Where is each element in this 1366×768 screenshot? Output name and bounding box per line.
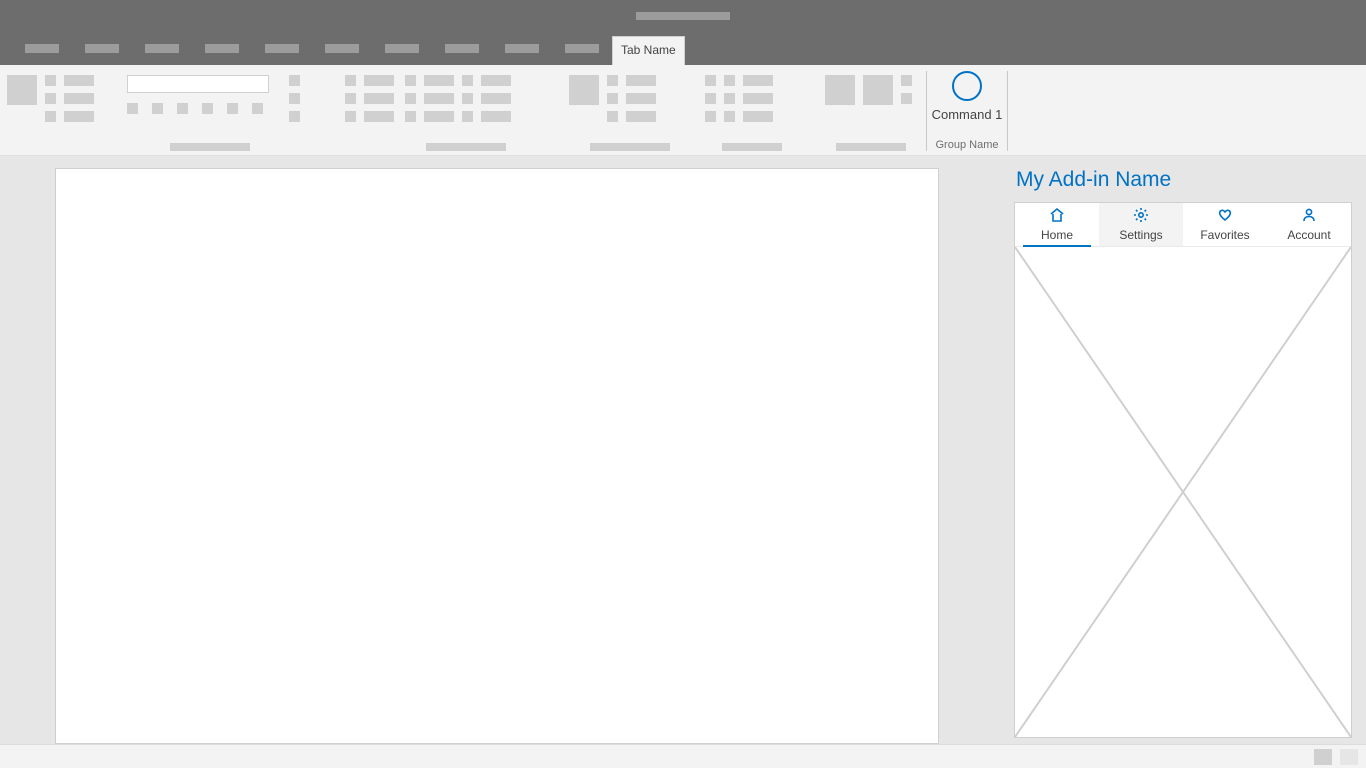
ribbon-tab-placeholder[interactable] <box>205 44 239 53</box>
task-pane-content-placeholder <box>1015 247 1351 737</box>
ribbon-ghost-group <box>562 65 698 155</box>
ribbon-tab-placeholder[interactable] <box>385 44 419 53</box>
ribbon-ghost-group <box>0 65 120 155</box>
pivot-account-label: Account <box>1287 228 1330 242</box>
status-view-button[interactable] <box>1314 749 1332 765</box>
ribbon-tab-active[interactable]: Tab Name <box>612 36 685 65</box>
gear-icon <box>1133 207 1149 226</box>
ribbon-tab-placeholder[interactable] <box>445 44 479 53</box>
ribbon-tab-placeholder[interactable] <box>145 44 179 53</box>
title-bar <box>0 0 1366 32</box>
ribbon-ghost-group <box>120 65 282 155</box>
ribbon-custom-group: Command 1 Group Name <box>926 65 1008 155</box>
document-area <box>0 156 1014 744</box>
command-1-label: Command 1 <box>932 107 1003 122</box>
heart-icon <box>1217 207 1233 226</box>
workspace: My Add-in Name Home Settings <box>0 156 1366 744</box>
ribbon-tab-placeholder[interactable] <box>85 44 119 53</box>
pivot-home-label: Home <box>1041 228 1073 242</box>
ribbon-ghost-group <box>698 65 818 155</box>
pivot-account[interactable]: Account <box>1267 203 1351 246</box>
title-placeholder <box>636 12 730 20</box>
ribbon-ghost-group <box>338 65 398 155</box>
ribbon-separator <box>1007 71 1008 151</box>
status-bar <box>0 744 1366 768</box>
ribbon-ghost-group <box>282 65 338 155</box>
ribbon: Command 1 Group Name <box>0 65 1366 156</box>
ribbon-ghost-group <box>398 65 562 155</box>
document-page[interactable] <box>55 168 939 744</box>
ribbon-group-label: Group Name <box>927 139 1007 151</box>
ribbon-tab-placeholder[interactable] <box>325 44 359 53</box>
ribbon-tab-placeholder[interactable] <box>25 44 59 53</box>
pivot-favorites[interactable]: Favorites <box>1183 203 1267 246</box>
ribbon-tab-placeholder[interactable] <box>505 44 539 53</box>
home-icon <box>1049 207 1065 226</box>
ribbon-tabs: Tab Name <box>0 32 1366 65</box>
task-pane-body: Home Settings Favorites <box>1014 202 1352 738</box>
command-circle-icon <box>952 71 982 101</box>
ribbon-tab-placeholder[interactable] <box>565 44 599 53</box>
pivot-favorites-label: Favorites <box>1200 228 1249 242</box>
pivot-home[interactable]: Home <box>1015 203 1099 246</box>
ribbon-tab-placeholder[interactable] <box>265 44 299 53</box>
task-pane: My Add-in Name Home Settings <box>1014 156 1366 744</box>
pivot-settings[interactable]: Settings <box>1099 203 1183 246</box>
person-icon <box>1301 207 1317 226</box>
pivot-settings-label: Settings <box>1119 228 1162 242</box>
ribbon-ghost-group <box>818 65 926 155</box>
task-pane-pivot: Home Settings Favorites <box>1015 203 1351 247</box>
task-pane-title: My Add-in Name <box>1014 156 1352 202</box>
status-view-button[interactable] <box>1340 749 1358 765</box>
